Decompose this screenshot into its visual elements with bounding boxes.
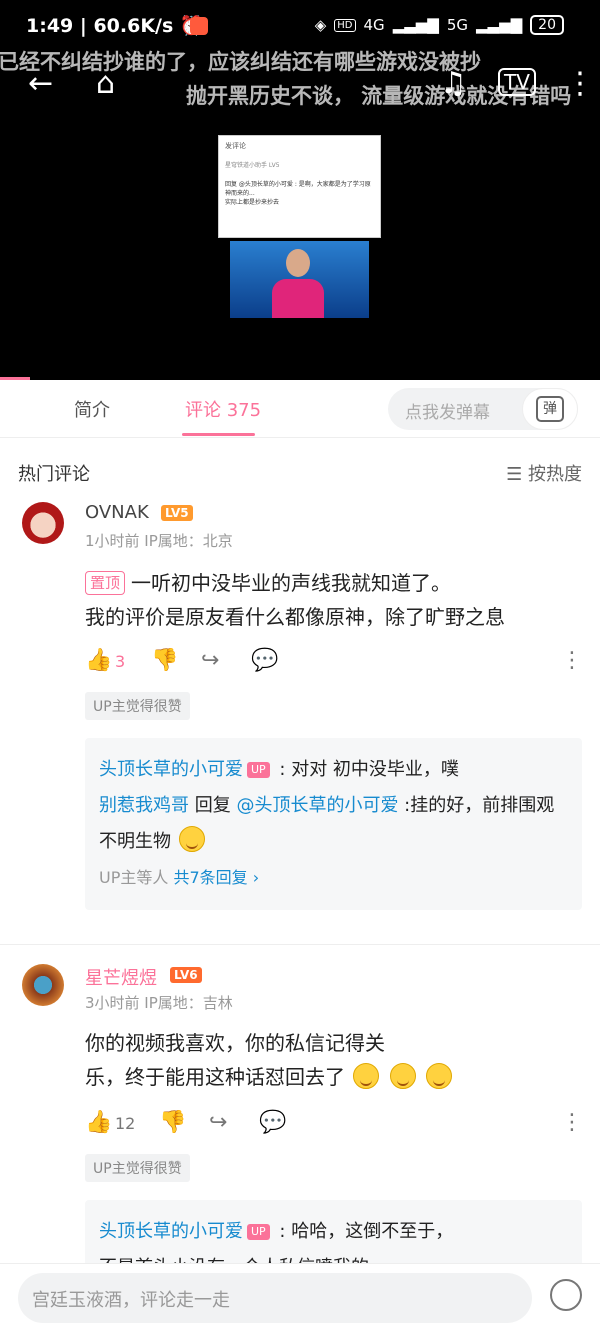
more-icon[interactable]: ⋮ <box>565 66 595 101</box>
reply-icon[interactable]: 💬 <box>259 1110 286 1135</box>
hot-comments-header: 热门评论 ☰ 按热度 <box>0 438 600 504</box>
comment-input[interactable]: 宫廷玉液酒，评论走一走 <box>18 1273 532 1323</box>
thumb-line: 星穹铁道小助手 LV5 <box>225 162 280 169</box>
smile-emoji-icon <box>389 1063 416 1089</box>
thumb-line: 实际上都是抄来抄去 <box>225 199 280 206</box>
video-player[interactable]: 1:49 | 60.6K/s ⏰ ◈ HD 4G ▂▃▅▇ 5G ▂▃▅▇ 20… <box>0 0 600 380</box>
comment-text: 置顶 一听初中没毕业的声线我就知道了。 我的评价是原友看什么都像原神，除了旷野之息 <box>85 571 505 629</box>
reply-username[interactable]: 别惹我鸡哥 <box>99 795 189 816</box>
danmaku-placeholder: 点我发弹幕 <box>405 403 490 423</box>
dislike-icon[interactable]: 👎 <box>159 1110 186 1135</box>
audio-icon[interactable]: ♫ <box>440 66 467 101</box>
comment-placeholder: 宫廷玉液酒，评论走一走 <box>32 1290 230 1311</box>
screen-record-icon <box>190 17 208 35</box>
danmaku-input[interactable]: 点我发弹幕 弹 <box>388 388 578 430</box>
danmaku-text: 已经不纠结抄谁的了，应该纠结还有哪些游戏没被抄 <box>0 50 481 74</box>
comment-meta: 3小时前 IP属地：吉林 <box>85 994 233 1012</box>
avatar[interactable] <box>22 502 64 544</box>
home-icon[interactable]: ⌂ <box>96 66 115 101</box>
like-icon[interactable]: 👍 <box>85 1110 112 1135</box>
tab-comments[interactable]: 评论 375 <box>185 396 261 422</box>
up-liked-badge: UP主觉得很赞 <box>85 692 190 720</box>
video-frame-person <box>230 241 369 318</box>
share-icon[interactable]: ↪ <box>201 648 219 673</box>
nfc-icon: ◈ <box>314 16 327 34</box>
reply-text: : 对对 初中没毕业，噗 <box>273 759 459 780</box>
up-liked-badge: UP主觉得很赞 <box>85 1154 190 1182</box>
comment-input-bar: 宫廷玉液酒，评论走一走 <box>0 1263 600 1333</box>
view-all-replies-link[interactable]: 共7条回复 › <box>173 868 259 887</box>
tab-intro[interactable]: 简介 <box>74 396 110 422</box>
comment-actions: 👍 12 👎 ↪ 💬 ⋮ <box>85 1110 585 1140</box>
like-icon[interactable]: 👍 <box>85 648 112 673</box>
up-tag: UP <box>247 1224 270 1240</box>
level-badge: LV6 <box>170 967 202 983</box>
like-count: 3 <box>115 652 126 671</box>
hot-comments-title: 热门评论 <box>18 464 90 485</box>
smile-emoji-icon <box>353 1063 380 1089</box>
share-icon[interactable]: ↪ <box>209 1110 227 1135</box>
reply-username[interactable]: 头顶长草的小可爱 <box>99 1221 243 1242</box>
danmaku-icon: 弹 <box>536 396 564 422</box>
thumb-line: 回复 @头顶长草的小可爱 : 是啊，大家都是为了学习原神而来的... <box>225 181 371 197</box>
pinned-badge: 置顶 <box>85 571 126 595</box>
avatar[interactable] <box>22 964 64 1006</box>
sort-by-hot-button[interactable]: ☰ 按热度 <box>506 460 582 486</box>
reply-preview[interactable]: 头顶长草的小可爱 UP : 对对 初中没毕业，噗 别惹我鸡哥 回复 @头顶长草的小… <box>85 738 582 910</box>
reply-username[interactable]: 头顶长草的小可爱 <box>99 759 243 780</box>
doge-emoji-icon <box>178 826 205 852</box>
status-icons: ◈ HD 4G ▂▃▅▇ 5G ▂▃▅▇ 20 <box>315 15 564 35</box>
network-5g-icon: 5G <box>446 16 469 34</box>
battery-icon: 20 <box>530 15 564 35</box>
dislike-icon[interactable]: 👎 <box>151 648 178 673</box>
comment-meta: 1小时前 IP属地：北京 <box>85 532 233 550</box>
signal-icon: ▂▃▅▇ <box>392 16 439 34</box>
thumb-title: 发评论 <box>225 142 246 150</box>
level-badge: LV5 <box>161 505 193 521</box>
up-tag: UP <box>247 762 270 778</box>
tab-indicator <box>182 433 255 436</box>
back-icon[interactable]: ← <box>28 66 53 101</box>
status-time: 1:49 | 60.6K/s ⏰ <box>26 15 204 37</box>
comment-actions: 👍 3 👎 ↪ 💬 ⋮ <box>85 648 585 678</box>
network-4g-icon: 4G <box>363 16 385 34</box>
comment-more-icon[interactable]: ⋮ <box>561 648 583 673</box>
like-count: 12 <box>115 1114 136 1133</box>
divider <box>0 944 600 945</box>
danmaku-toggle-button[interactable]: 弹 <box>522 388 578 430</box>
username[interactable]: OVNAK <box>85 502 149 523</box>
signal-icon-2: ▂▃▅▇ <box>476 16 523 34</box>
smile-emoji-icon <box>426 1063 453 1089</box>
username[interactable]: 星芒煜煜 <box>85 964 157 990</box>
comment-text: 你的视频我喜欢，你的私信记得关 乐，终于能用这种话怼回去了 <box>85 1026 565 1094</box>
comment-more-icon[interactable]: ⋮ <box>561 1110 583 1135</box>
emoji-picker-icon[interactable] <box>550 1279 582 1311</box>
reply-text: : 哈哈，这倒不至于， <box>273 1221 454 1242</box>
reply-icon[interactable]: 💬 <box>251 648 278 673</box>
video-frame-screenshot: 发评论 星穹铁道小助手 LV5 回复 @头顶长草的小可爱 : 是啊，大家都是为了… <box>218 135 381 238</box>
tv-cast-icon[interactable]: TV <box>498 68 536 96</box>
hd-icon: HD <box>334 18 356 32</box>
reply-mention[interactable]: @头顶长草的小可爱 <box>236 795 398 816</box>
